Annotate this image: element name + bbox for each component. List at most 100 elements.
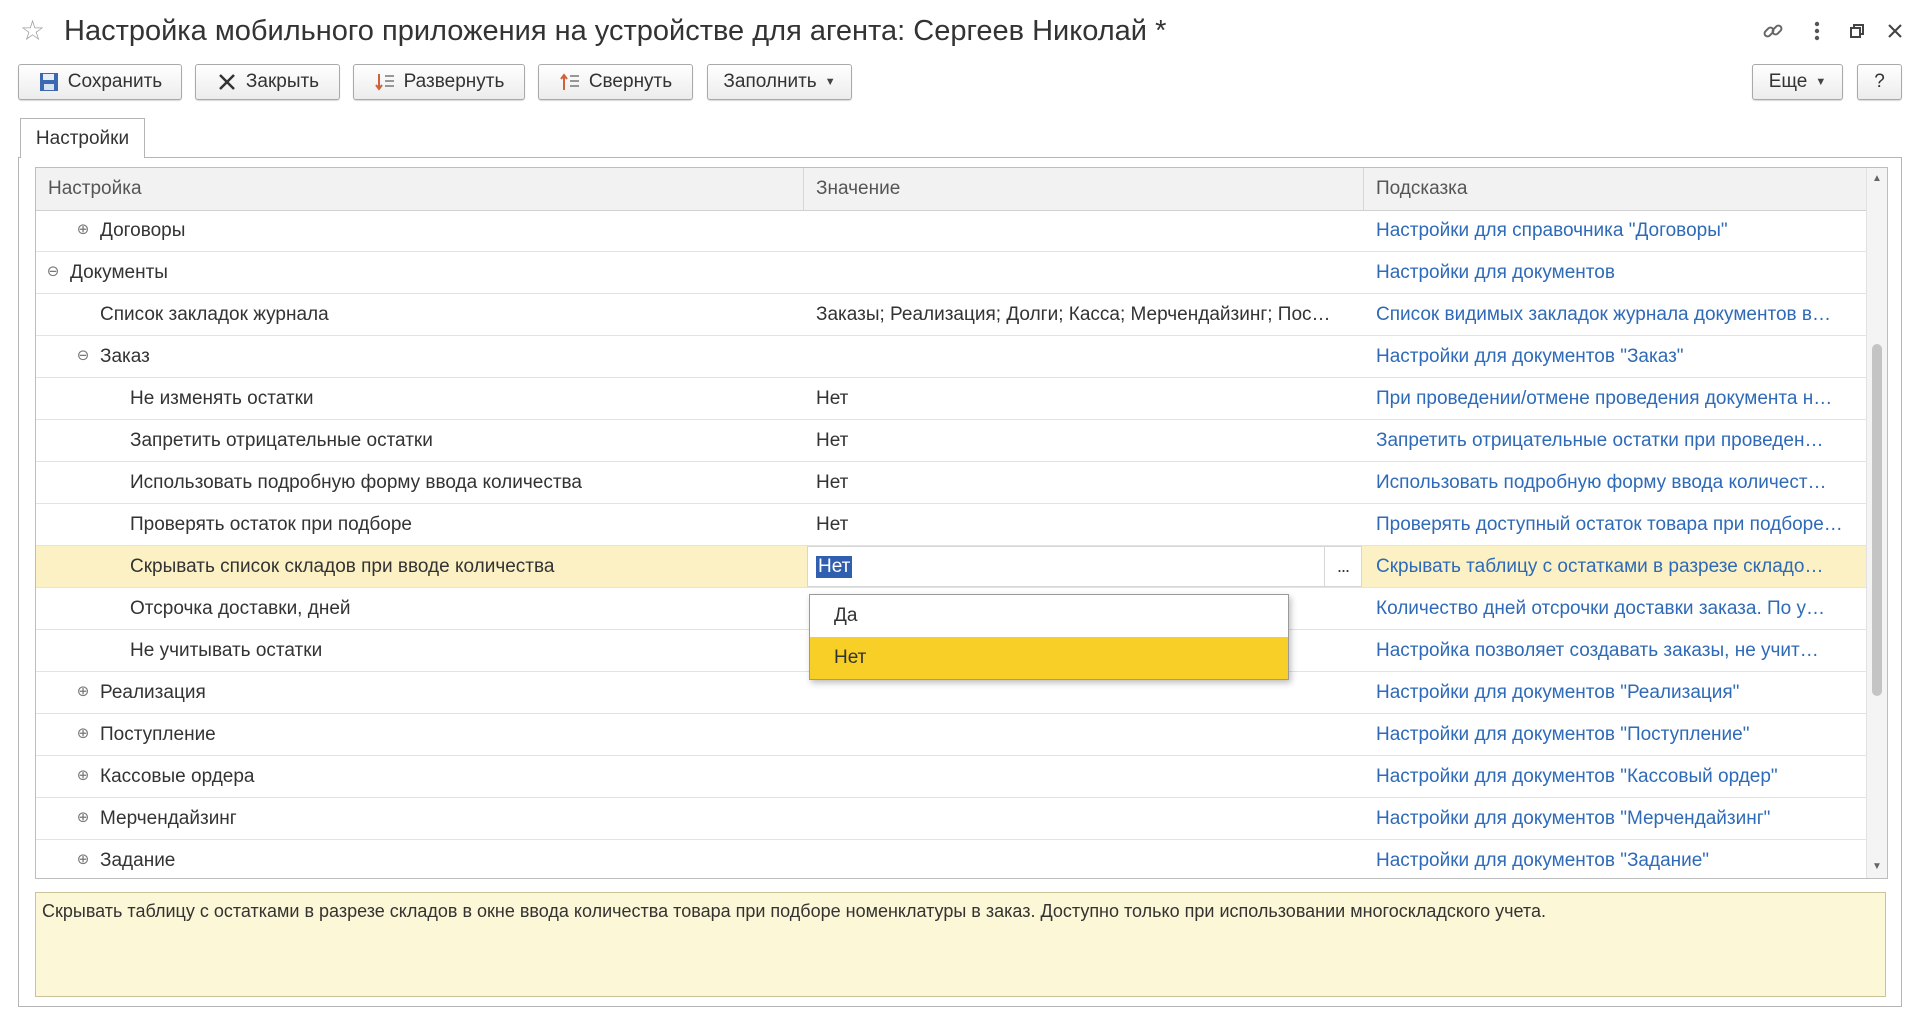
- more-vertical-icon[interactable]: [1800, 14, 1834, 48]
- value-dropdown-list[interactable]: Да Нет: [809, 594, 1289, 680]
- value-cell[interactable]: [804, 798, 1364, 839]
- value-cell[interactable]: [804, 756, 1364, 797]
- expand-node-icon[interactable]: ⊕: [76, 852, 90, 867]
- setting-cell: ⊕ Мерчендайзинг: [36, 798, 804, 839]
- table-row[interactable]: ⊕ Поступление Настройки для документов "По…: [36, 714, 1868, 756]
- fill-button[interactable]: Заполнить ▼: [707, 64, 852, 100]
- hint-cell: Настройки для справочника "Договоры": [1376, 220, 1728, 241]
- setting-cell: ⊕ Договоры: [36, 210, 804, 251]
- hint-cell: Использовать подробную форму ввода колич…: [1376, 472, 1827, 493]
- tab-settings-label: Настройки: [35, 127, 130, 149]
- table-row[interactable]: ⊕ Договоры Настройки для справочника "Дого…: [36, 210, 1868, 252]
- setting-cell: Запретить отрицательные остатки: [36, 420, 804, 461]
- value-cell[interactable]: [804, 252, 1364, 293]
- close-button-label: Закрыть: [245, 71, 320, 92]
- value-editor-field[interactable]: Нет...: [807, 546, 1362, 587]
- setting-label: Скрывать список складов при вводе количе…: [130, 556, 555, 577]
- scroll-up-arrow-icon[interactable]: ▲: [1867, 170, 1887, 188]
- value-cell[interactable]: [804, 336, 1364, 377]
- table-row[interactable]: ⊕ Задание Настройки для документов "Задани…: [36, 840, 1868, 878]
- collapse-tree-icon: [559, 71, 581, 93]
- table-row[interactable]: Проверять остаток при подборе Нет Проверят…: [36, 504, 1868, 546]
- setting-label: Отсрочка доставки, дней: [130, 598, 351, 619]
- expand-node-icon[interactable]: ⊕: [76, 726, 90, 741]
- value-cell[interactable]: [804, 714, 1364, 755]
- setting-label: Документы: [70, 262, 168, 283]
- setting-cell: ⊕ Задание: [36, 840, 804, 878]
- collapse-button[interactable]: Свернуть: [538, 64, 693, 100]
- value-cell[interactable]: [804, 840, 1364, 878]
- setting-label: Не учитывать остатки: [130, 640, 323, 661]
- table-row[interactable]: ⊕ Кассовые ордера Настройки для документов…: [36, 756, 1868, 798]
- value-cell[interactable]: Нет: [804, 504, 1364, 545]
- table-row[interactable]: ⊖ Заказ Настройки для документов "Заказ": [36, 336, 1868, 378]
- collapse-button-label: Свернуть: [588, 71, 673, 92]
- column-header-value[interactable]: Значение: [804, 168, 1364, 210]
- value-cell[interactable]: Нет: [804, 420, 1364, 461]
- column-header-hint[interactable]: Подсказка: [1364, 168, 1868, 210]
- collapse-node-icon[interactable]: ⊖: [46, 264, 60, 279]
- hint-cell: Запретить отрицательные остатки при пров…: [1376, 430, 1824, 451]
- hint-cell: Настройки для документов "Заказ": [1376, 346, 1684, 367]
- fill-button-label: Заполнить: [723, 71, 817, 92]
- link-icon[interactable]: [1756, 14, 1790, 48]
- setting-cell: ⊕ Реализация: [36, 672, 804, 713]
- expand-node-icon[interactable]: ⊕: [76, 222, 90, 237]
- value-cell[interactable]: Нет: [804, 378, 1364, 419]
- scrollbar-thumb[interactable]: [1872, 344, 1882, 696]
- table-row[interactable]: Запретить отрицательные остатки Нет Запрет…: [36, 420, 1868, 462]
- dropdown-option[interactable]: Нет: [810, 637, 1288, 679]
- settings-tree-table[interactable]: Настройка Значение Подсказка ⊕ Договоры На…: [35, 167, 1888, 879]
- setting-cell: Не изменять остатки: [36, 378, 804, 419]
- expand-button-label: Развернуть: [403, 71, 505, 92]
- expand-node-icon[interactable]: ⊕: [76, 810, 90, 825]
- tab-settings[interactable]: Настройки: [20, 118, 145, 158]
- close-button[interactable]: Закрыть: [195, 64, 340, 100]
- select-value-button[interactable]: ...: [1324, 547, 1361, 586]
- setting-cell: Проверять остаток при подборе: [36, 504, 804, 545]
- hint-cell: Настройки для документов "Поступление": [1376, 724, 1750, 745]
- hint-cell: Настройки для документов "Мерчендайзинг": [1376, 808, 1771, 829]
- dropdown-option[interactable]: Да: [810, 595, 1288, 637]
- hint-text-box: Скрывать таблицу с остатками в разрезе с…: [35, 892, 1886, 997]
- close-window-icon[interactable]: [1878, 14, 1912, 48]
- window-title: Настройка мобильного приложения на устро…: [64, 15, 1167, 47]
- setting-cell: Использовать подробную форму ввода колич…: [36, 462, 804, 503]
- table-row[interactable]: Использовать подробную форму ввода колич…: [36, 462, 1868, 504]
- setting-cell: Список закладок журнала: [36, 294, 804, 335]
- more-button-label: Еще: [1768, 71, 1808, 92]
- hint-cell: Настройки для документов "Задание": [1376, 850, 1710, 871]
- close-icon: [216, 71, 238, 93]
- table-row[interactable]: Список закладок журнала Заказы; Реализаци…: [36, 294, 1868, 336]
- expand-button[interactable]: Развернуть: [353, 64, 525, 100]
- value-cell[interactable]: Нет: [804, 462, 1364, 503]
- favorite-star-icon[interactable]: ☆: [20, 14, 45, 48]
- value-editor-text[interactable]: Нет: [816, 556, 853, 578]
- restore-window-icon[interactable]: [1840, 14, 1874, 48]
- value-cell[interactable]: Заказы; Реализация; Долги; Касса; Мерчен…: [804, 294, 1364, 335]
- table-row[interactable]: Не изменять остатки Нет При проведении/отм…: [36, 378, 1868, 420]
- hint-cell: Настройка позволяет создавать заказы, не…: [1376, 640, 1819, 661]
- expand-node-icon[interactable]: ⊕: [76, 768, 90, 783]
- setting-label: Запретить отрицательные остатки: [130, 430, 433, 451]
- setting-cell: ⊕ Поступление: [36, 714, 804, 755]
- scroll-down-arrow-icon[interactable]: ▼: [1867, 858, 1887, 876]
- more-button[interactable]: Еще ▼: [1752, 64, 1843, 100]
- column-header-setting[interactable]: Настройка: [36, 168, 804, 210]
- hint-cell: Настройки для документов: [1376, 262, 1615, 283]
- table-row[interactable]: ⊖ Документы Настройки для документов: [36, 252, 1868, 294]
- expand-tree-icon: [374, 71, 396, 93]
- vertical-scrollbar[interactable]: ▲ ▼: [1866, 168, 1887, 878]
- table-row[interactable]: Скрывать список складов при вводе количе…: [36, 546, 1868, 588]
- value-cell[interactable]: [804, 210, 1364, 251]
- collapse-node-icon[interactable]: ⊖: [76, 348, 90, 363]
- setting-label: Договоры: [100, 220, 186, 241]
- setting-label: Кассовые ордера: [100, 766, 255, 787]
- table-row[interactable]: ⊕ Мерчендайзинг Настройки для документов "…: [36, 798, 1868, 840]
- help-button[interactable]: ?: [1857, 64, 1902, 100]
- expand-node-icon[interactable]: ⊕: [76, 684, 90, 699]
- setting-cell: ⊖ Документы: [36, 252, 804, 293]
- save-button[interactable]: Сохранить: [18, 64, 182, 100]
- save-button-label: Сохранить: [67, 71, 163, 92]
- hint-cell: Скрывать таблицу с остатками в разрезе с…: [1376, 556, 1824, 577]
